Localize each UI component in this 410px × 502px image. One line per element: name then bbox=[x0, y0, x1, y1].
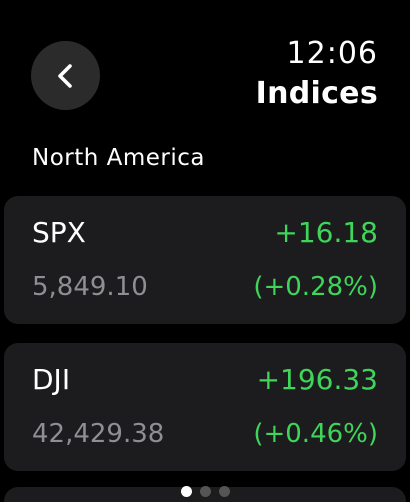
page-title: Indices bbox=[255, 76, 378, 111]
chevron-left-icon bbox=[57, 63, 72, 88]
index-card-dji[interactable]: DJI +196.33 42,429.38 (+0.46%) bbox=[4, 343, 406, 471]
index-percent-change: (+0.28%) bbox=[253, 272, 378, 302]
page-indicator bbox=[0, 486, 410, 497]
index-card-spx[interactable]: SPX +16.18 5,849.10 (+0.28%) bbox=[4, 196, 406, 324]
index-change: +196.33 bbox=[256, 363, 378, 396]
index-price: 5,849.10 bbox=[32, 272, 148, 302]
section-heading: North America bbox=[32, 145, 206, 171]
index-symbol: SPX bbox=[32, 216, 86, 249]
index-symbol: DJI bbox=[32, 363, 71, 396]
back-button[interactable] bbox=[31, 41, 100, 110]
page-dot bbox=[218, 486, 230, 497]
page-dot bbox=[180, 486, 192, 497]
index-price: 42,429.38 bbox=[32, 419, 165, 449]
index-change: +16.18 bbox=[274, 216, 378, 249]
indices-screen: 12:06 Indices North America SPX +16.18 5… bbox=[0, 0, 410, 502]
clock: 12:06 bbox=[286, 36, 378, 71]
page-dot bbox=[199, 486, 211, 497]
index-percent-change: (+0.46%) bbox=[253, 419, 378, 449]
